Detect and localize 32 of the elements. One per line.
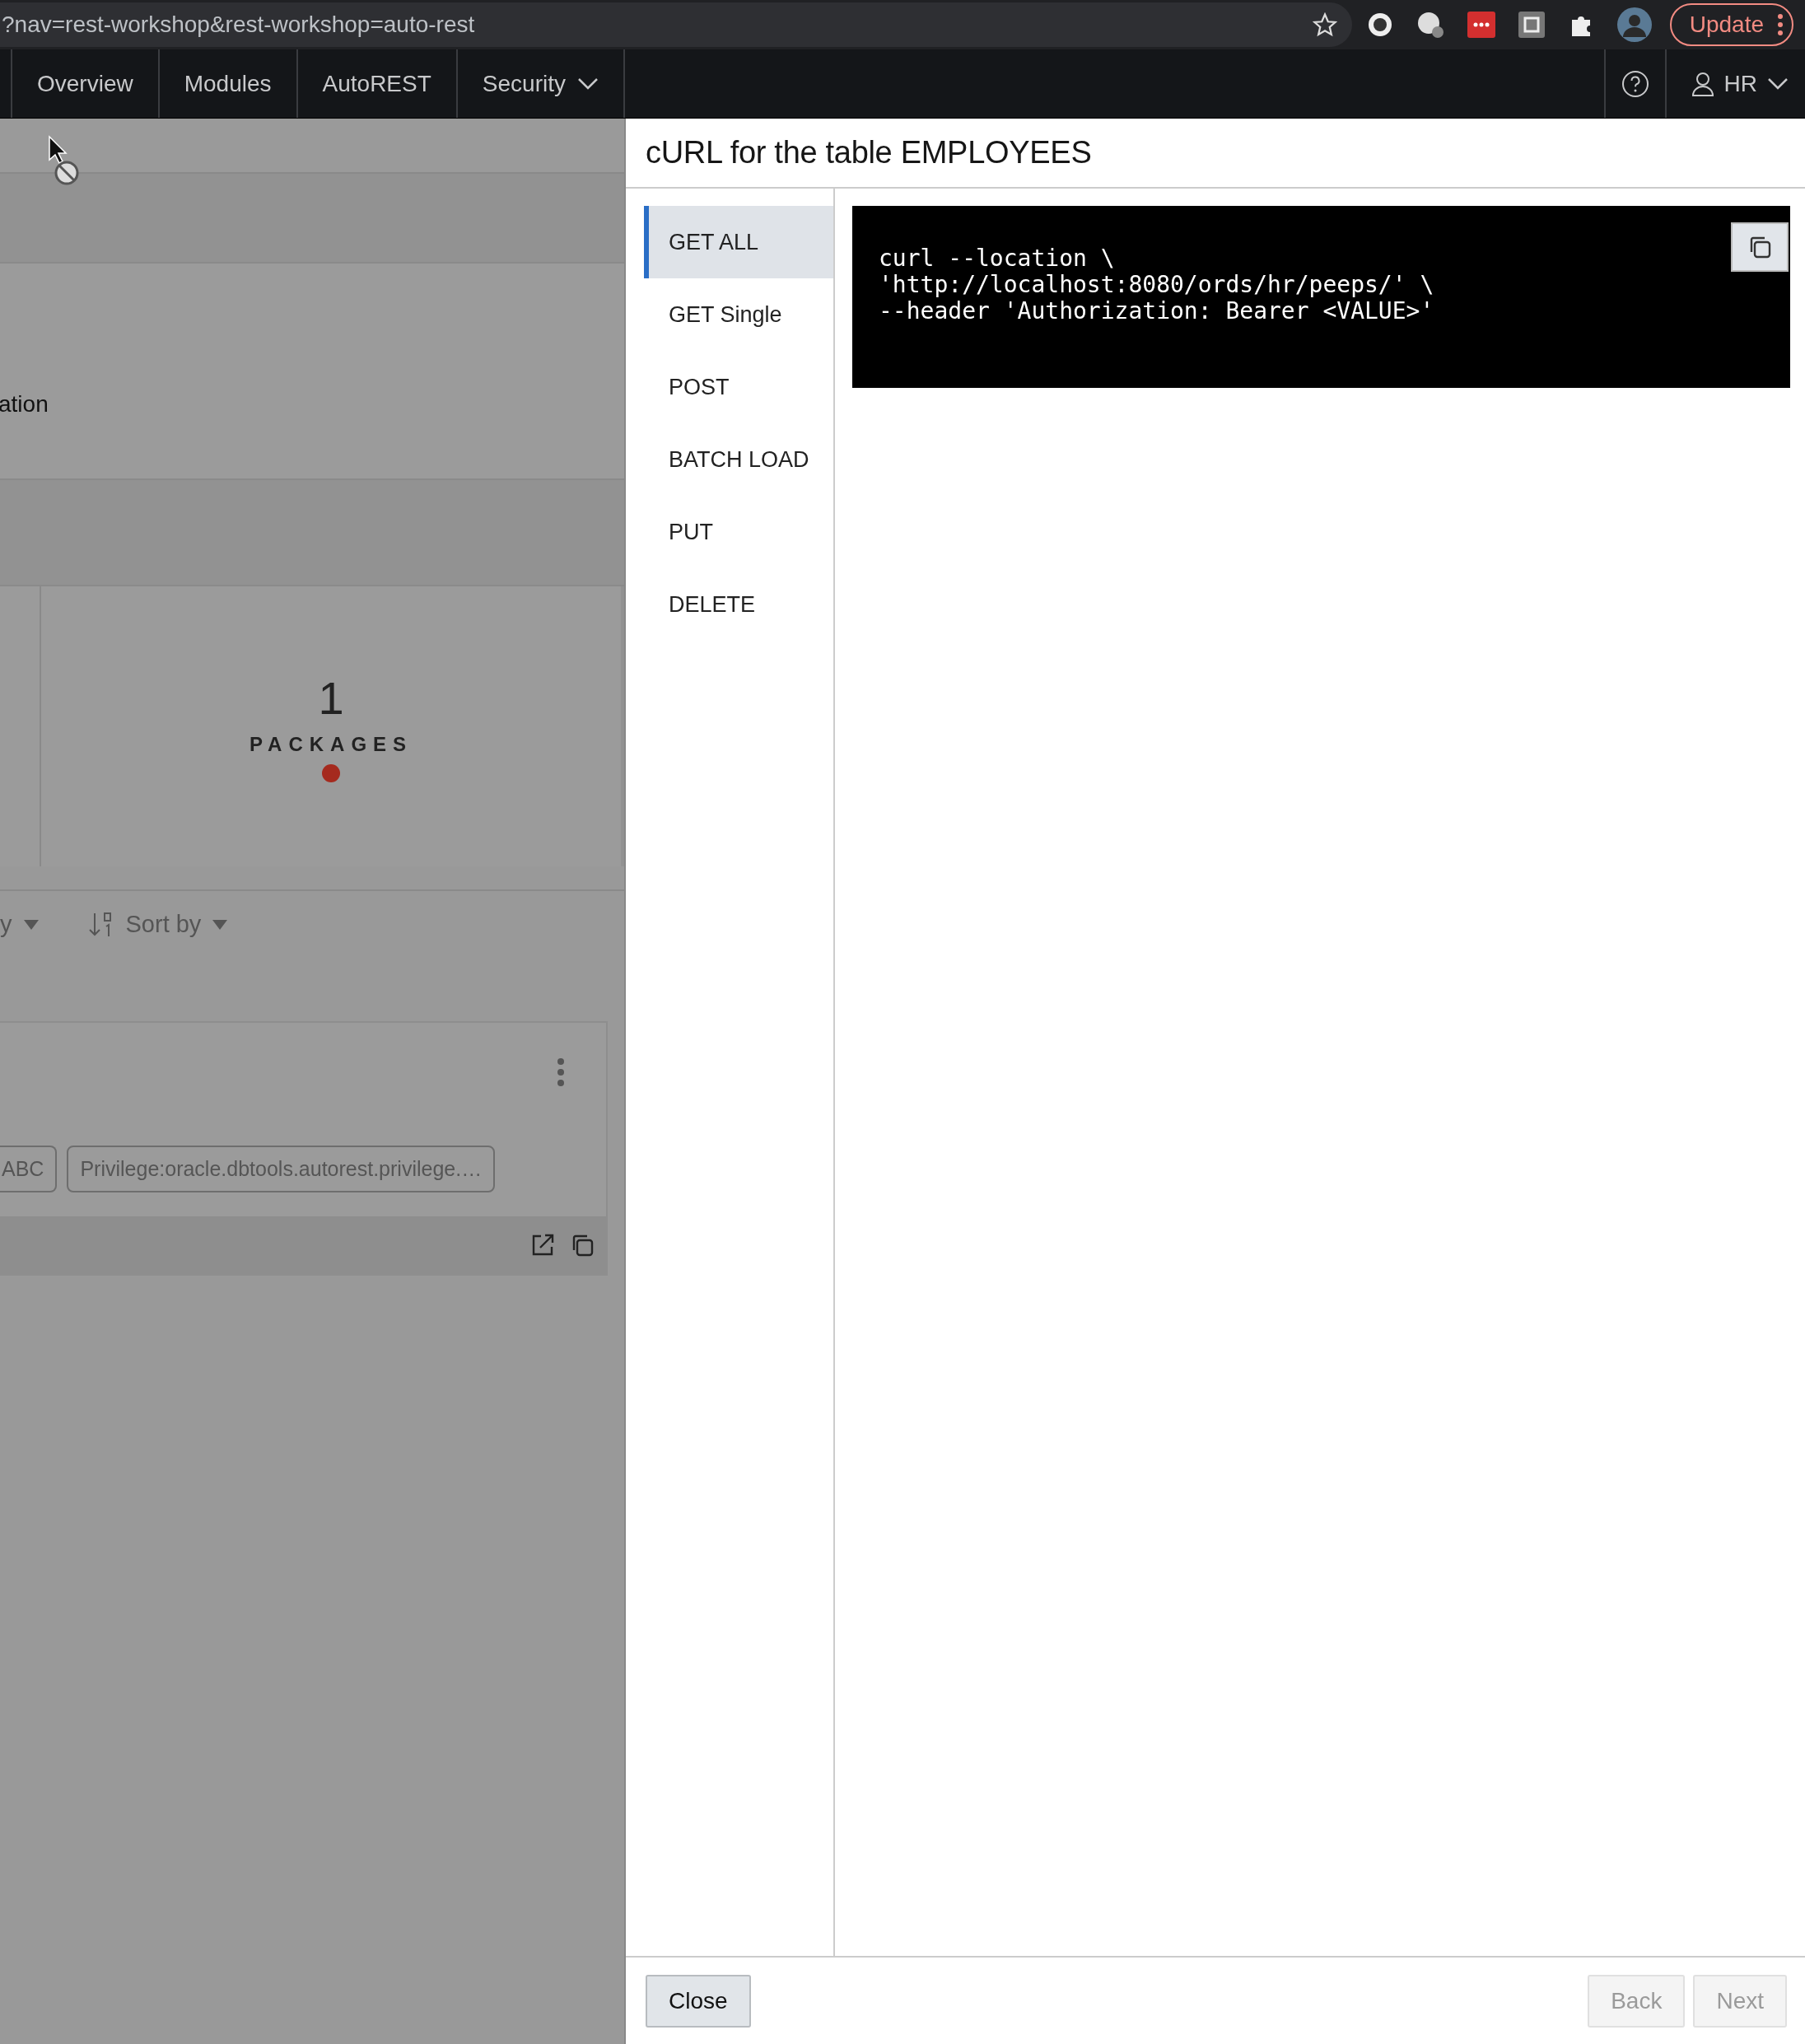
method-tab[interactable]: POST [644, 351, 833, 423]
method-tab[interactable]: DELETE [644, 568, 833, 641]
extension-icon[interactable] [1416, 11, 1444, 39]
dialog-title: cURL for the table EMPLOYEES [626, 119, 1805, 189]
code-text: curl --location \ 'http://localhost:8080/ords/hr/peeps/' \ --header 'Authorization: Bearer <VALUE>' [879, 245, 1435, 324]
update-button[interactable]: Update [1669, 3, 1793, 46]
kebab-icon [1777, 13, 1784, 36]
star-icon[interactable] [1312, 12, 1337, 37]
help-icon[interactable] [1621, 69, 1649, 98]
method-tab[interactable]: GET Single [644, 278, 833, 351]
section-text: ation [0, 390, 49, 418]
dialog-button[interactable]: Close [646, 1974, 751, 2028]
copy-button[interactable] [1731, 222, 1789, 272]
chevron-down-icon [577, 77, 599, 91]
tag-chip: ABC [0, 1146, 58, 1192]
method-tab[interactable]: BATCH LOAD [644, 423, 833, 496]
user-icon [1691, 71, 1714, 96]
method-tab[interactable]: PUT [644, 496, 833, 568]
method-tab[interactable]: GET ALL [644, 206, 833, 278]
tag-chip: Privilege:oracle.dbtools.autorest.privilege.… [67, 1146, 496, 1192]
avatar-icon[interactable] [1616, 7, 1652, 42]
stat-label: PACKAGES [249, 732, 413, 756]
status-dot [322, 763, 340, 782]
chevron-down-icon [1767, 77, 1789, 91]
extension-icon[interactable] [1366, 12, 1393, 38]
extension-icon[interactable] [1518, 12, 1545, 38]
caret-icon [212, 919, 228, 930]
external-link-icon[interactable] [530, 1233, 555, 1258]
stat-value: 1 [318, 670, 344, 725]
extension-icon[interactable] [1467, 12, 1495, 38]
caret-icon [23, 919, 39, 930]
kebab-icon[interactable] [557, 1057, 565, 1087]
